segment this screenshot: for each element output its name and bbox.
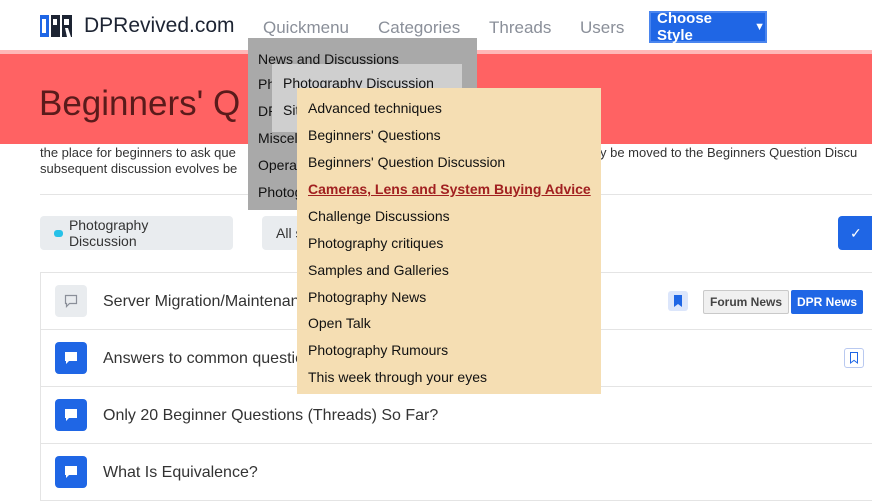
check-icon: ✓: [850, 224, 862, 241]
dpr-logo-icon[interactable]: [40, 15, 72, 37]
category-submenu: Advanced techniques Beginners' Questions…: [297, 88, 601, 394]
submenu-samples-galleries[interactable]: Samples and Galleries: [308, 262, 449, 278]
choose-style-label: Choose Style: [657, 10, 713, 44]
submenu-buying-advice[interactable]: Cameras, Lens and System Buying Advice: [308, 181, 591, 197]
thread-unread-icon: [55, 342, 87, 374]
thread-title[interactable]: Only 20 Beginner Questions (Threads) So …: [103, 407, 438, 425]
nav-threads[interactable]: Threads: [489, 18, 551, 38]
description-line-1: the place for beginners to ask que: [40, 145, 236, 160]
thread-row-only-20[interactable]: Only 20 Beginner Questions (Threads) So …: [41, 387, 872, 444]
thread-title[interactable]: Answers to common questic: [103, 350, 303, 368]
thread-title[interactable]: Server Migration/Maintenan: [103, 293, 300, 311]
mark-read-button[interactable]: ✓: [838, 216, 872, 250]
submenu-photography-news[interactable]: Photography News: [308, 289, 426, 305]
tag-forum-news[interactable]: Forum News: [703, 290, 790, 314]
nav-users[interactable]: Users: [580, 18, 624, 38]
quickmenu-item-operations[interactable]: Opera: [258, 157, 297, 173]
nav-categories[interactable]: Categories: [378, 18, 460, 38]
thread-read-icon: [55, 285, 87, 317]
category-color-icon: [54, 229, 63, 237]
quickmenu-item-misc[interactable]: Miscel: [258, 130, 298, 146]
submenu-advanced-techniques[interactable]: Advanced techniques: [308, 100, 442, 116]
submenu-photography-rumours[interactable]: Photography Rumours: [308, 342, 448, 358]
thread-row-equivalence[interactable]: What Is Equivalence?: [41, 444, 872, 500]
chevron-down-icon: ▼: [754, 21, 765, 33]
tag-dpr-news[interactable]: DPR News: [791, 290, 864, 314]
page-title: Beginners' Q: [39, 84, 241, 123]
description-continued: y be moved to the Beginners Question Dis…: [600, 145, 858, 160]
description-line-2: subsequent discussion evolves be: [40, 161, 238, 176]
quickmenu-item-photog[interactable]: Photog: [258, 184, 302, 200]
submenu-beginners-questions[interactable]: Beginners' Questions: [308, 127, 441, 143]
submenu-photography-critiques[interactable]: Photography critiques: [308, 235, 443, 251]
category-chip-label: Photography Discussion: [68, 217, 149, 249]
choose-style-button[interactable]: Choose Style ▼: [649, 10, 767, 44]
bookmark-icon[interactable]: [668, 291, 688, 311]
bookmark-outline-icon[interactable]: [844, 348, 864, 368]
submenu-open-talk[interactable]: Open Talk: [308, 315, 371, 331]
submenu-this-week[interactable]: This week through your eyes: [308, 369, 487, 385]
thread-unread-icon: [55, 399, 87, 431]
submenu-beginners-question-discussion[interactable]: Beginners' Question Discussion: [308, 154, 505, 170]
thread-unread-icon: [55, 456, 87, 488]
thread-title[interactable]: What Is Equivalence?: [103, 464, 258, 482]
nav-quickmenu[interactable]: Quickmenu: [263, 18, 349, 38]
forum-description: the place for beginners to ask que subse…: [40, 145, 237, 177]
site-name-link[interactable]: DPRevived.com: [84, 14, 235, 38]
category-filter-chip[interactable]: Photography Discussion: [40, 216, 233, 250]
submenu-challenge-discussions[interactable]: Challenge Discussions: [308, 208, 450, 224]
